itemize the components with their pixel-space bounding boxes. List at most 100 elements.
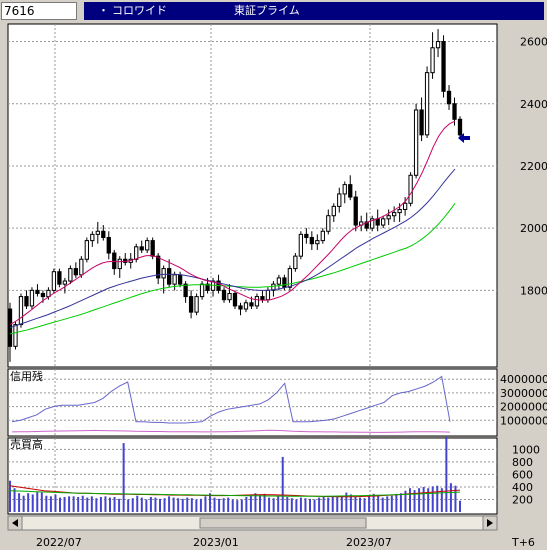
volume-bar xyxy=(313,499,316,512)
margin-tick-label: 1000000 xyxy=(500,414,547,427)
candle-body xyxy=(375,218,380,226)
volume-bar xyxy=(181,498,184,512)
candle-body xyxy=(408,174,413,204)
volume-bar xyxy=(59,497,61,512)
volume-bar xyxy=(199,498,202,512)
candle-body xyxy=(446,90,452,105)
candle-body xyxy=(249,302,254,307)
volume-bar xyxy=(295,499,298,512)
x-axis-label: 2023/07 xyxy=(346,536,392,549)
candle-body xyxy=(413,109,419,176)
volume-bar xyxy=(418,488,421,512)
scrollbar-thumb[interactable] xyxy=(199,517,367,529)
candle-body xyxy=(139,246,144,251)
volume-bar xyxy=(195,499,198,512)
volume-bar xyxy=(445,436,448,512)
volume-bar xyxy=(54,494,57,512)
candle-body xyxy=(13,324,18,347)
volume-bar xyxy=(331,496,334,512)
volume-bar xyxy=(286,496,289,512)
volume-bar xyxy=(263,493,266,512)
volume-bar xyxy=(177,498,180,512)
volume-bar xyxy=(422,486,425,512)
candle-body xyxy=(309,236,314,245)
volume-bar xyxy=(22,495,25,512)
volume-bar xyxy=(245,496,248,512)
volume-bar xyxy=(290,498,293,512)
candle-body xyxy=(84,240,89,260)
volume-bar xyxy=(99,496,102,512)
candle-body xyxy=(183,283,188,298)
volume-bar xyxy=(31,494,34,512)
volume-bar xyxy=(259,495,261,512)
candle-body xyxy=(315,240,320,245)
volume-bar xyxy=(409,488,411,512)
volume-bar xyxy=(309,498,311,512)
volume-bar xyxy=(145,499,148,512)
volume-bar xyxy=(72,496,75,512)
volume-bar xyxy=(318,497,321,512)
candle-body xyxy=(331,205,336,217)
volume-bar xyxy=(222,498,225,512)
volume-tick-label: 1000 xyxy=(512,443,540,456)
price-tick-label: 2600 xyxy=(520,36,547,49)
candle-body xyxy=(221,289,227,301)
candle-body xyxy=(90,233,95,242)
candle-body xyxy=(177,274,183,285)
price-tick-label: 2200 xyxy=(520,160,547,173)
candle-body xyxy=(35,289,40,294)
volume-bar xyxy=(281,456,284,512)
price-tick-label: 2000 xyxy=(520,222,547,235)
volume-bar xyxy=(459,500,461,512)
volume-bar xyxy=(122,443,125,512)
candle-body xyxy=(386,215,391,220)
volume-bar xyxy=(336,496,339,512)
x-axis-label: 2022/07 xyxy=(36,536,82,549)
margin-panel-label: 信用残 xyxy=(10,369,43,383)
candle-body xyxy=(172,274,177,285)
volume-bar xyxy=(104,496,107,512)
candle-body xyxy=(227,292,232,301)
volume-bar xyxy=(272,498,275,512)
candle-body xyxy=(337,193,342,207)
volume-bar xyxy=(322,496,325,512)
volume-bar xyxy=(213,497,216,512)
volume-bar xyxy=(172,497,175,512)
candle-body xyxy=(260,296,265,301)
volume-bar xyxy=(277,496,280,512)
volume-bar xyxy=(140,497,143,512)
volume-bar xyxy=(49,496,52,512)
volume-bar xyxy=(45,495,48,512)
volume-bar xyxy=(68,496,71,512)
volume-panel-label: 売買高 xyxy=(10,437,43,451)
volume-bar xyxy=(190,498,193,512)
candle-body xyxy=(320,230,325,242)
candle-body xyxy=(18,296,24,326)
volume-bar xyxy=(359,497,361,512)
stock-chart: 1800 2000 2200 2400 2600 10000002000000300000… xyxy=(7,23,547,549)
candle-body xyxy=(112,252,117,270)
candle-body xyxy=(457,118,463,136)
candle-body xyxy=(238,305,243,310)
candle-body xyxy=(40,292,46,298)
candle-body xyxy=(265,289,271,301)
volume-bar xyxy=(377,495,380,512)
volume-bar xyxy=(381,497,384,512)
volume-bar xyxy=(395,493,398,512)
candle-body xyxy=(381,218,386,226)
volume-bar xyxy=(131,498,134,512)
volume-bar xyxy=(368,495,371,512)
price-panel xyxy=(7,23,498,368)
candle-body xyxy=(452,103,457,120)
candle-body xyxy=(435,41,441,49)
volume-bar xyxy=(109,497,111,512)
candle-body xyxy=(150,240,155,257)
volume-bar xyxy=(204,496,207,512)
volume-bar xyxy=(13,488,16,512)
candle-body xyxy=(304,233,309,238)
margin-tick-label: 3000000 xyxy=(500,387,547,400)
candle-body xyxy=(95,230,100,235)
volume-bar xyxy=(299,497,302,512)
candle-body xyxy=(106,236,111,254)
volume-bar xyxy=(168,496,171,512)
